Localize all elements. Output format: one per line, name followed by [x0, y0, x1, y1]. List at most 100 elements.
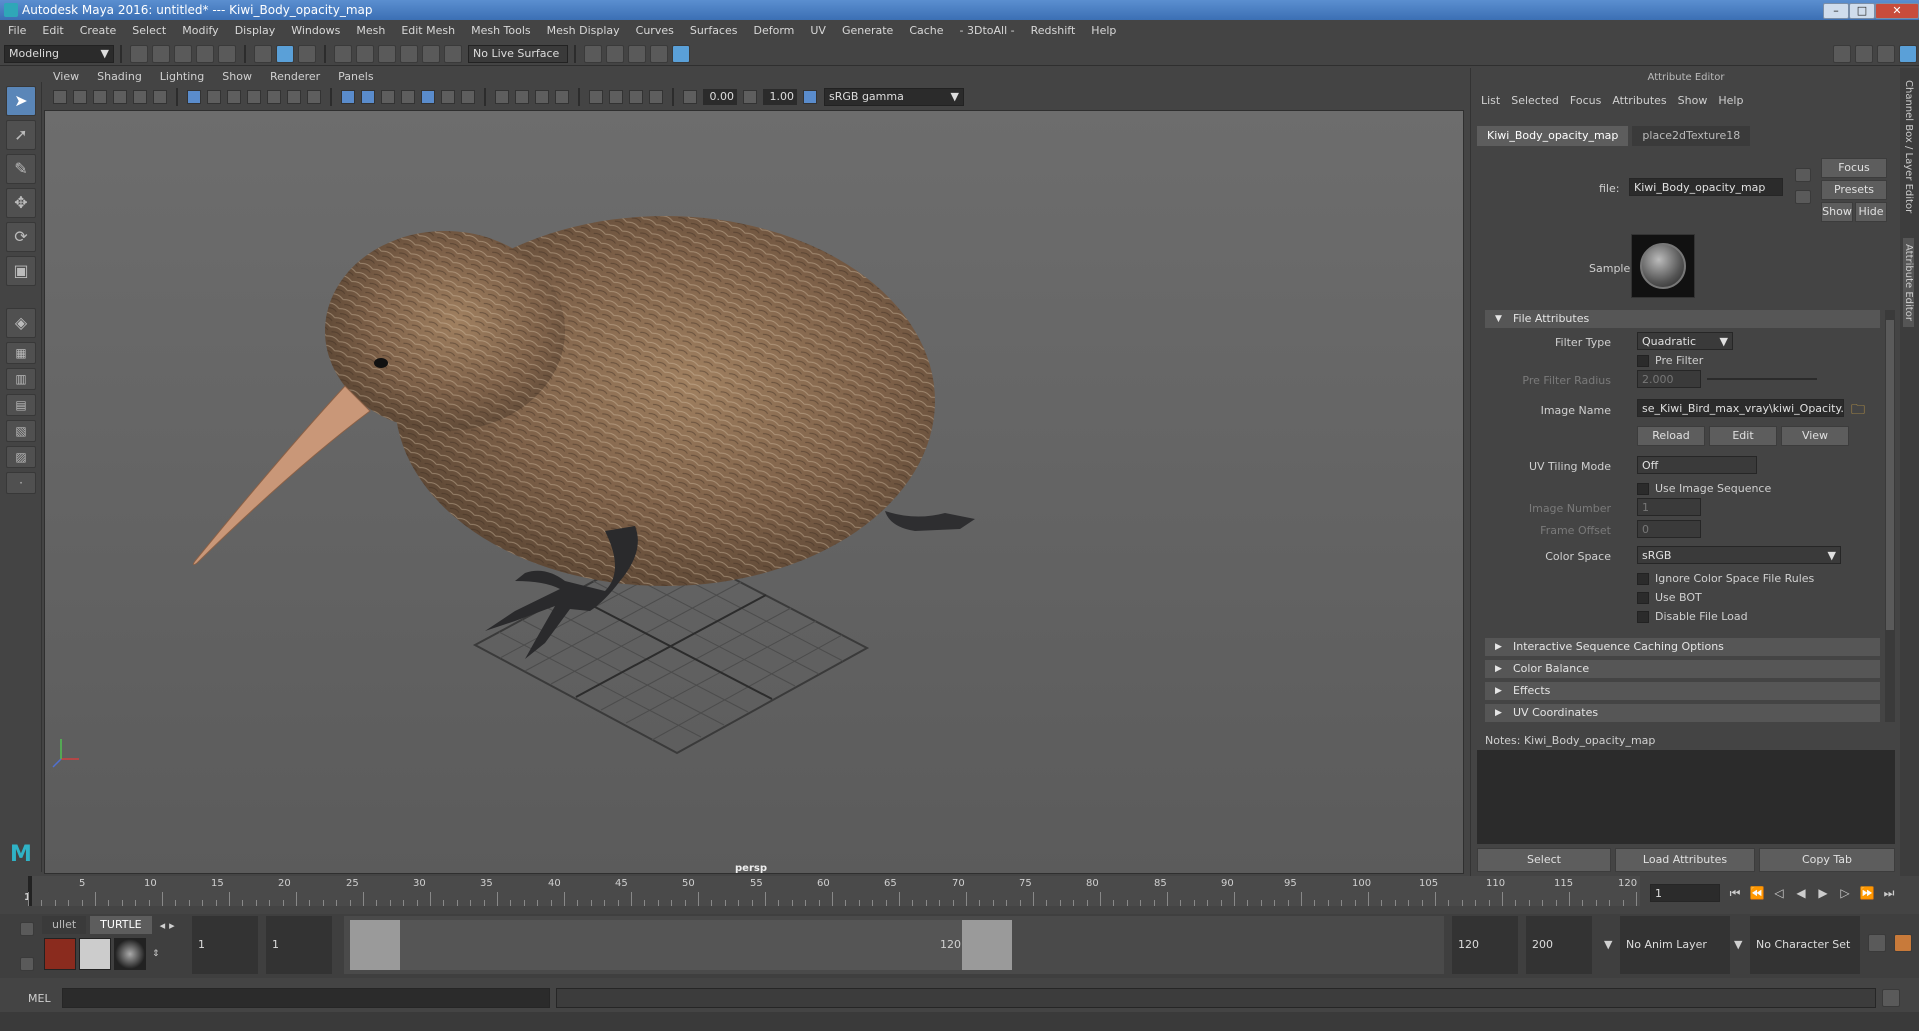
- auto-key-icon[interactable]: [1868, 934, 1886, 952]
- textured-icon[interactable]: [421, 90, 435, 104]
- vp-menu-view[interactable]: View: [44, 68, 88, 86]
- film-gate-icon[interactable]: [207, 90, 221, 104]
- channel-box-tab[interactable]: Channel Box / Layer Editor: [1903, 80, 1914, 213]
- load-attributes-button[interactable]: Load Attributes: [1615, 848, 1755, 872]
- vp-menu-renderer[interactable]: Renderer: [261, 68, 329, 86]
- menu-help[interactable]: Help: [1083, 20, 1124, 42]
- menu-edit-mesh[interactable]: Edit Mesh: [393, 20, 463, 42]
- menu-surfaces[interactable]: Surfaces: [682, 20, 746, 42]
- go-to-start-icon[interactable]: ⏮: [1726, 884, 1744, 902]
- shelf-scroll-left-icon[interactable]: ◂: [160, 919, 166, 932]
- ignore-cs-row[interactable]: Ignore Color Space File Rules: [1637, 572, 1814, 585]
- smooth-shade-icon[interactable]: [361, 90, 375, 104]
- 3d-viewport[interactable]: persp: [44, 110, 1464, 874]
- playback-start-field[interactable]: 1: [266, 916, 332, 974]
- undo-icon[interactable]: [196, 44, 214, 63]
- pre-filter-checkbox-row[interactable]: Pre Filter: [1637, 354, 1703, 367]
- step-forward-frame-icon[interactable]: ▷: [1836, 884, 1854, 902]
- reload-button[interactable]: Reload: [1637, 426, 1705, 446]
- menu-file[interactable]: File: [0, 20, 34, 42]
- xray-joints-icon[interactable]: [629, 90, 643, 104]
- input-connection-icon[interactable]: [1795, 168, 1811, 182]
- xray-icon[interactable]: [609, 90, 623, 104]
- 2d-pan-icon[interactable]: [133, 90, 147, 104]
- section-uv-coordinates[interactable]: ▶ UV Coordinates: [1485, 704, 1880, 722]
- uv-tiling-dropdown[interactable]: Off: [1637, 456, 1757, 474]
- camera-icon[interactable]: [53, 90, 67, 104]
- filter-type-dropdown[interactable]: Quadratic ▼: [1637, 332, 1733, 350]
- xray-components-icon[interactable]: [649, 90, 663, 104]
- exposure-icon[interactable]: [683, 90, 697, 104]
- tool-settings-icon[interactable]: [1877, 44, 1895, 63]
- rotate-tool-icon[interactable]: ⟳: [6, 222, 36, 252]
- gamma-field[interactable]: 1.00: [763, 89, 797, 105]
- tab-place2dtexture[interactable]: place2dTexture18: [1632, 126, 1751, 146]
- shelf-scroll-right-icon[interactable]: ▸: [169, 919, 175, 932]
- copy-tab-button[interactable]: Copy Tab: [1759, 848, 1895, 872]
- grease-pencil-icon[interactable]: [153, 90, 167, 104]
- range-start-handle[interactable]: [350, 920, 400, 970]
- anim-layer-dropdown[interactable]: No Anim Layer: [1620, 916, 1730, 974]
- hypershade-layout-icon[interactable]: ▨: [6, 446, 36, 468]
- range-bar[interactable]: [400, 920, 1000, 970]
- image-name-field[interactable]: se_Kiwi_Bird_max_vray\kiwi_Opacity.png: [1637, 399, 1844, 417]
- script-editor-icon[interactable]: [1882, 989, 1900, 1007]
- presets-button[interactable]: Presets: [1821, 180, 1887, 200]
- save-scene-icon[interactable]: [174, 44, 192, 63]
- hypershade-icon[interactable]: [650, 44, 668, 63]
- graph-layout-icon[interactable]: ▧: [6, 420, 36, 442]
- shadows-icon[interactable]: [461, 90, 475, 104]
- menu-uv[interactable]: UV: [802, 20, 834, 42]
- disable-load-checkbox[interactable]: [1637, 611, 1649, 623]
- playback-end-field[interactable]: 120: [1452, 916, 1518, 974]
- ambient-occlusion-icon[interactable]: [495, 90, 509, 104]
- hide-button[interactable]: Hide: [1855, 202, 1887, 222]
- exposure-field[interactable]: 0.00: [703, 89, 737, 105]
- pre-filter-radius-slider[interactable]: [1707, 378, 1817, 380]
- vp-menu-panels[interactable]: Panels: [329, 68, 382, 86]
- depth-of-field-icon[interactable]: [555, 90, 569, 104]
- tab-file-node[interactable]: Kiwi_Body_opacity_map: [1477, 126, 1629, 146]
- snap-point-icon[interactable]: [378, 44, 396, 63]
- section-color-balance[interactable]: ▶ Color Balance: [1485, 660, 1880, 678]
- maximize-button[interactable]: □: [1849, 2, 1875, 19]
- snap-live-icon[interactable]: [444, 44, 462, 63]
- ignore-cs-checkbox[interactable]: [1637, 573, 1649, 585]
- select-component-icon[interactable]: [298, 44, 316, 63]
- shelf-tab-turtle[interactable]: TURTLE: [90, 916, 152, 934]
- image-number-field[interactable]: 1: [1637, 498, 1701, 516]
- menu-select[interactable]: Select: [124, 20, 174, 42]
- render-view-icon[interactable]: [672, 44, 690, 63]
- render-frame-icon[interactable]: [584, 44, 602, 63]
- select-tool-icon[interactable]: ➤: [6, 86, 36, 116]
- menu-display[interactable]: Display: [227, 20, 284, 42]
- output-connection-icon[interactable]: [1795, 190, 1811, 204]
- resolution-gate-icon[interactable]: [227, 90, 241, 104]
- file-node-name-field[interactable]: Kiwi_Body_opacity_map: [1629, 178, 1783, 196]
- shelf-tab-bullet[interactable]: ullet: [42, 916, 87, 934]
- motion-blur-icon[interactable]: [515, 90, 529, 104]
- sample-swatch[interactable]: [1631, 234, 1695, 298]
- ae-menu-selected[interactable]: Selected: [1507, 92, 1566, 110]
- shelf-scroll-icon[interactable]: ⇕: [152, 949, 160, 959]
- menu-set-dropdown[interactable]: Modeling ▼: [4, 44, 114, 63]
- menu-deform[interactable]: Deform: [745, 20, 802, 42]
- color-management-icon[interactable]: [803, 90, 817, 104]
- paint-select-icon[interactable]: ✎: [6, 154, 36, 184]
- wireframe-icon[interactable]: [341, 90, 355, 104]
- current-frame-field[interactable]: 1: [1650, 884, 1720, 902]
- ae-menu-focus[interactable]: Focus: [1566, 92, 1608, 110]
- ae-menu-attributes[interactable]: Attributes: [1608, 92, 1673, 110]
- vp-menu-lighting[interactable]: Lighting: [151, 68, 213, 86]
- gate-mask-icon[interactable]: [247, 90, 261, 104]
- attribute-editor-tab[interactable]: Attribute Editor: [1903, 238, 1914, 327]
- minimize-button[interactable]: –: [1823, 2, 1849, 19]
- gamma-icon[interactable]: [743, 90, 757, 104]
- snap-surface-icon[interactable]: [422, 44, 440, 63]
- section-file-attributes[interactable]: ▼ File Attributes: [1485, 310, 1880, 328]
- view-button[interactable]: View: [1781, 426, 1849, 446]
- select-button[interactable]: Select: [1477, 848, 1611, 872]
- pre-filter-radius-field[interactable]: 2.000: [1637, 370, 1701, 388]
- move-tool-icon[interactable]: ✥: [6, 188, 36, 218]
- range-end-handle[interactable]: [962, 920, 1012, 970]
